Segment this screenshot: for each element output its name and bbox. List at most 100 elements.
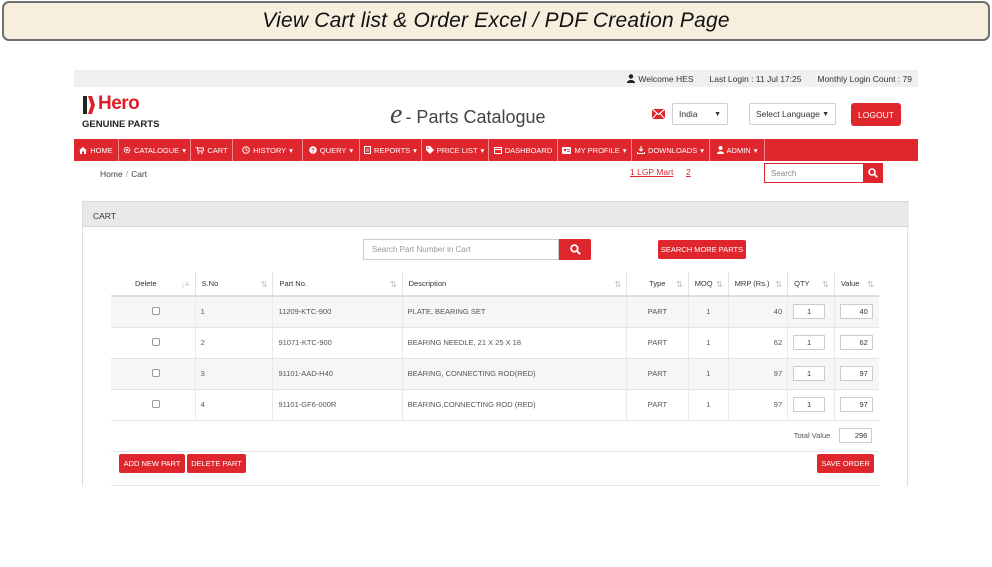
sort-icon: ⇅ [260,280,268,289]
col-qty[interactable]: QTY ⇅ [787,272,835,297]
table-row: 3 91101-AAD-H40 BEARING, CONNECTING ROD(… [111,358,879,390]
svg-text:?: ? [311,148,315,154]
sort-icon: ⇅ [822,280,829,289]
value-field: 40 [839,304,873,320]
nav-history[interactable]: HISTORY ▾ [233,139,303,161]
last-login: Last Login : 11 Jul 17:25 [709,73,802,84]
dashboard-icon [493,146,502,154]
add-new-part-button[interactable]: ADD NEW PART [119,454,185,473]
app-window: Welcome HES Last Login : 11 Jul 17:25 Mo… [74,70,918,486]
hero-logo-mark [83,96,95,114]
global-search-button[interactable] [863,163,883,183]
download-icon [637,146,646,154]
value-field: 62 [839,335,873,350]
caret-down-icon: ▼ [822,110,829,118]
cart-panel-heading: CART [83,201,909,227]
qty-input[interactable]: 1 [793,397,826,412]
sort-icon: ⇅ [775,280,783,289]
col-delete[interactable]: Delete ↓≡ [111,272,196,297]
cart-search-input[interactable]: Search Part Number in Cart [363,239,559,260]
col-value[interactable]: Value ⇅ [834,272,879,297]
col-mrp[interactable]: MRP (Rs.) ⇅ [728,272,789,297]
nav-home[interactable]: HOME [74,139,119,161]
col-part-no[interactable]: Part No. ⇅ [272,272,403,297]
lgp-mart-link[interactable]: 1 LGP Mart [630,167,673,177]
country-select[interactable]: India ▼ [672,103,728,125]
sort-icon: ⇅ [389,280,397,289]
sort-icon: ⇅ [675,280,683,289]
hero-logo[interactable]: Hero GENUINE PARTS [82,93,162,133]
qty-input[interactable]: 1 [793,366,826,381]
col-description[interactable]: Description ⇅ [402,272,628,297]
top-info-bar: Welcome HES Last Login : 11 Jul 17:25 Mo… [74,70,918,87]
save-order-button[interactable]: SAVE ORDER [817,454,874,473]
sort-icon: ↓≡ [180,280,190,289]
brand-name: Hero [98,93,140,114]
value-field: 97 [839,397,873,412]
col-type[interactable]: Type ⇅ [626,272,689,297]
total-row: Total Value 296 [111,420,879,452]
search-icon [569,244,581,255]
nav-downloads[interactable]: DOWNLOADS ▾ [632,139,710,161]
cart-search-button[interactable] [559,239,591,260]
language-select[interactable]: Select Language ▼ [749,103,836,125]
sort-icon: ⇅ [614,280,622,289]
gear-icon [123,146,131,154]
sort-icon: ⇅ [867,280,874,289]
delete-checkbox[interactable] [152,368,160,377]
total-value-field: 296 [839,428,873,443]
page-banner: View Cart list & Order Excel / PDF Creat… [2,1,990,41]
delete-checkbox[interactable] [152,306,160,315]
nav-query[interactable]: ? QUERY ▾ [303,139,360,161]
global-search-input[interactable]: Search [764,163,864,183]
qty-input[interactable]: 1 [793,304,826,320]
user-icon [627,74,636,83]
question-icon: ? [309,146,317,154]
logout-button[interactable]: LOGOUT [851,103,901,126]
breadcrumb-current: Cart [131,169,148,179]
nav-dashboard[interactable]: DASHBOARD [489,139,558,161]
col-sno[interactable]: S.No ⇅ [195,272,274,297]
profile-icon [562,146,572,154]
caret-down-icon: ▼ [714,110,721,118]
qty-input[interactable]: 1 [793,335,826,350]
table-row: 2 91071-KTC-900 BEARING NEEDLE, 21 X 25 … [111,327,879,359]
delete-part-button[interactable]: DELETE PART [187,454,246,473]
nav-my-profile[interactable]: MY PROFILE ▾ [558,139,632,161]
report-icon [364,146,372,154]
banner-title: View Cart list & Order Excel / PDF Creat… [262,9,730,32]
total-label: Total Value [787,420,835,452]
nav-admin[interactable]: ADMIN ▾ [710,139,765,161]
table-row: 4 91101-GF6-000R BEARING,CONNECTING ROD … [111,389,879,421]
nav-cart[interactable]: CART [191,139,233,161]
welcome-user: Welcome HES [627,74,693,84]
col-moq[interactable]: MOQ ⇅ [688,272,729,297]
sort-icon: ⇅ [715,280,723,289]
table-header-row: Delete ↓≡ S.No ⇅ Part No. ⇅ Description ⇅ Ty… [111,272,879,297]
lgp-mart-count-link[interactable]: 2 [686,167,691,177]
monthly-login-count: Monthly Login Count : 79 [817,73,912,84]
nav-catalogue[interactable]: CATALOGUE ▾ [119,139,191,161]
search-icon [868,168,878,178]
header: Hero GENUINE PARTS e - Parts Catalogue I… [74,87,918,139]
cart-panel: CART Search Part Number in Cart SEARCH M… [82,201,909,486]
user-icon [716,146,724,154]
cart-icon [195,146,205,154]
home-icon [79,146,88,154]
value-field: 97 [839,366,873,381]
breadcrumb: Home / Cart [100,169,148,179]
table-row: 1 11209-KTC-900 PLATE, BEARING SET PART … [111,296,879,328]
nav-price-list[interactable]: PRICE LIST ▾ [422,139,489,161]
delete-checkbox[interactable] [152,337,160,346]
nav-reports[interactable]: REPORTS ▾ [360,139,422,161]
mail-icon[interactable] [652,109,665,119]
delete-checkbox[interactable] [152,399,160,408]
brand-subtitle: GENUINE PARTS [82,119,160,130]
main-nav: HOME CATALOGUE ▾ CART HISTORY ▾ ? QUERY … [74,139,918,161]
search-more-parts-button[interactable]: SEARCH MORE PARTS [658,240,746,259]
breadcrumb-home[interactable]: Home [100,169,123,179]
tag-icon [425,146,434,154]
breadcrumb-bar: Home / Cart 1 LGP Mart 2 Search [74,161,918,187]
history-icon [242,146,250,154]
page-title: e - Parts Catalogue [390,99,546,130]
